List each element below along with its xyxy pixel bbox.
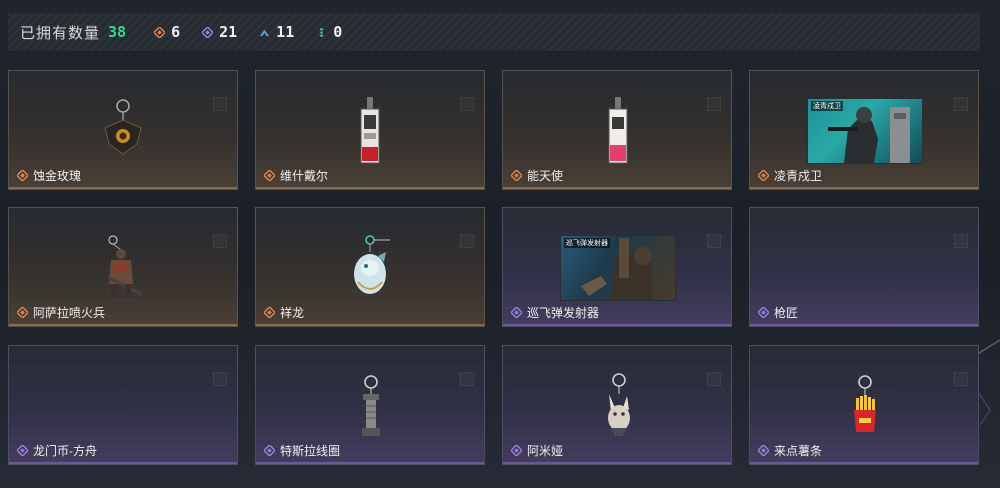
item-name: 来点薯条 [774,444,823,458]
item-name: 阿米娅 [527,444,564,458]
item-label: 巡飞弹发射器 [511,304,599,321]
orange-diamond-icon [17,307,28,318]
orange-diamond-icon [17,170,28,181]
purple-diamond-icon [264,445,275,456]
purple-diamond-icon [758,307,769,318]
blue-chevron-icon [260,29,270,36]
blue-count: 11 [259,23,294,41]
owned-count-bar: 已拥有数量 38 6 21 11 0 [8,13,980,51]
item-name: 阿萨拉喷火兵 [33,306,106,320]
card-corner-deco [213,372,227,386]
item-label: 能天使 [511,167,563,184]
item-card[interactable]: 枪匠 [749,207,979,327]
card-corner-deco [707,234,721,248]
item-name: 凌青戍卫 [774,169,823,183]
item-card[interactable]: 来点薯条 [749,345,979,465]
card-corner-deco [954,234,968,248]
item-label: 来点薯条 [758,442,822,459]
item-card[interactable]: 凌青戍卫 凌青戍卫 [749,70,979,190]
card-corner-deco [707,97,721,111]
item-card[interactable]: 祥龙 [255,207,485,327]
dragon-keychain-icon [354,235,390,294]
photo-tag: 巡飞弹发射器 [564,238,610,248]
tag-keychain-pink-icon [608,97,628,164]
card-corner-deco [460,372,474,386]
item-card[interactable]: 能天使 [502,70,732,190]
soldier-keychain-icon [108,235,142,298]
card-corner-deco [954,97,968,111]
orange-diamond-icon [264,170,275,181]
card-corner-deco [213,97,227,111]
item-name: 维什戴尔 [280,169,329,183]
item-name: 能天使 [527,169,564,183]
item-label: 阿米娅 [511,442,563,459]
teal-dots-icon [319,26,325,38]
item-card[interactable]: 巡飞弹发射器 巡飞弹发射器 [502,207,732,327]
item-name: 龙门币-方舟 [33,444,97,458]
item-card[interactable]: 阿萨拉喷火兵 [8,207,238,327]
soldier-photo: 凌青戍卫 [807,98,923,164]
photo-tag: 凌青戍卫 [811,101,843,111]
purple-diamond-icon [17,445,28,456]
blue-count-value: 11 [276,23,295,41]
item-name: 祥龙 [280,306,305,320]
tag-keychain-icon [360,97,380,164]
item-card[interactable]: 龙门币-方舟 [8,345,238,465]
orange-count-value: 6 [171,23,181,41]
item-card[interactable]: 蚀金玫瑰 [8,70,238,190]
orange-diamond-icon [511,170,522,181]
purple-diamond-icon [758,445,769,456]
bunny-keychain-icon [608,373,630,436]
owned-label: 已拥有数量 [20,24,101,42]
teal-count-value: 0 [333,23,343,41]
coil-keychain-icon [362,375,380,436]
purple-diamond-icon [202,26,214,38]
item-card[interactable]: 阿米娅 [502,345,732,465]
card-corner-deco [954,372,968,386]
card-corner-deco [460,97,474,111]
card-corner-deco [707,372,721,386]
fries-keychain-icon [854,375,876,432]
item-label: 龙门币-方舟 [17,442,97,459]
item-card[interactable]: 维什戴尔 [255,70,485,190]
item-label: 维什戴尔 [264,167,328,184]
item-name: 巡飞弹发射器 [527,306,600,320]
launcher-photo: 巡飞弹发射器 [560,235,676,301]
item-name: 蚀金玫瑰 [33,169,82,183]
teal-count: 0 [316,23,342,41]
orange-diamond-icon [154,26,166,38]
rose-keychain-icon [104,99,142,155]
item-label: 阿萨拉喷火兵 [17,304,105,321]
item-label: 特斯拉线圈 [264,442,340,459]
orange-count: 6 [154,23,180,41]
purple-diamond-icon [511,445,522,456]
purple-count: 21 [202,23,237,41]
item-name: 特斯拉线圈 [280,444,341,458]
owned-total: 38 [108,23,127,41]
purple-count-value: 21 [219,23,238,41]
orange-diamond-icon [758,170,769,181]
item-label: 祥龙 [264,304,304,321]
item-name: 枪匠 [774,306,799,320]
item-label: 枪匠 [758,304,798,321]
purple-diamond-icon [511,307,522,318]
card-corner-deco [460,234,474,248]
card-corner-deco [213,234,227,248]
item-label: 凌青戍卫 [758,167,822,184]
item-card[interactable]: 特斯拉线圈 [255,345,485,465]
orange-diamond-icon [264,307,275,318]
item-label: 蚀金玫瑰 [17,167,81,184]
